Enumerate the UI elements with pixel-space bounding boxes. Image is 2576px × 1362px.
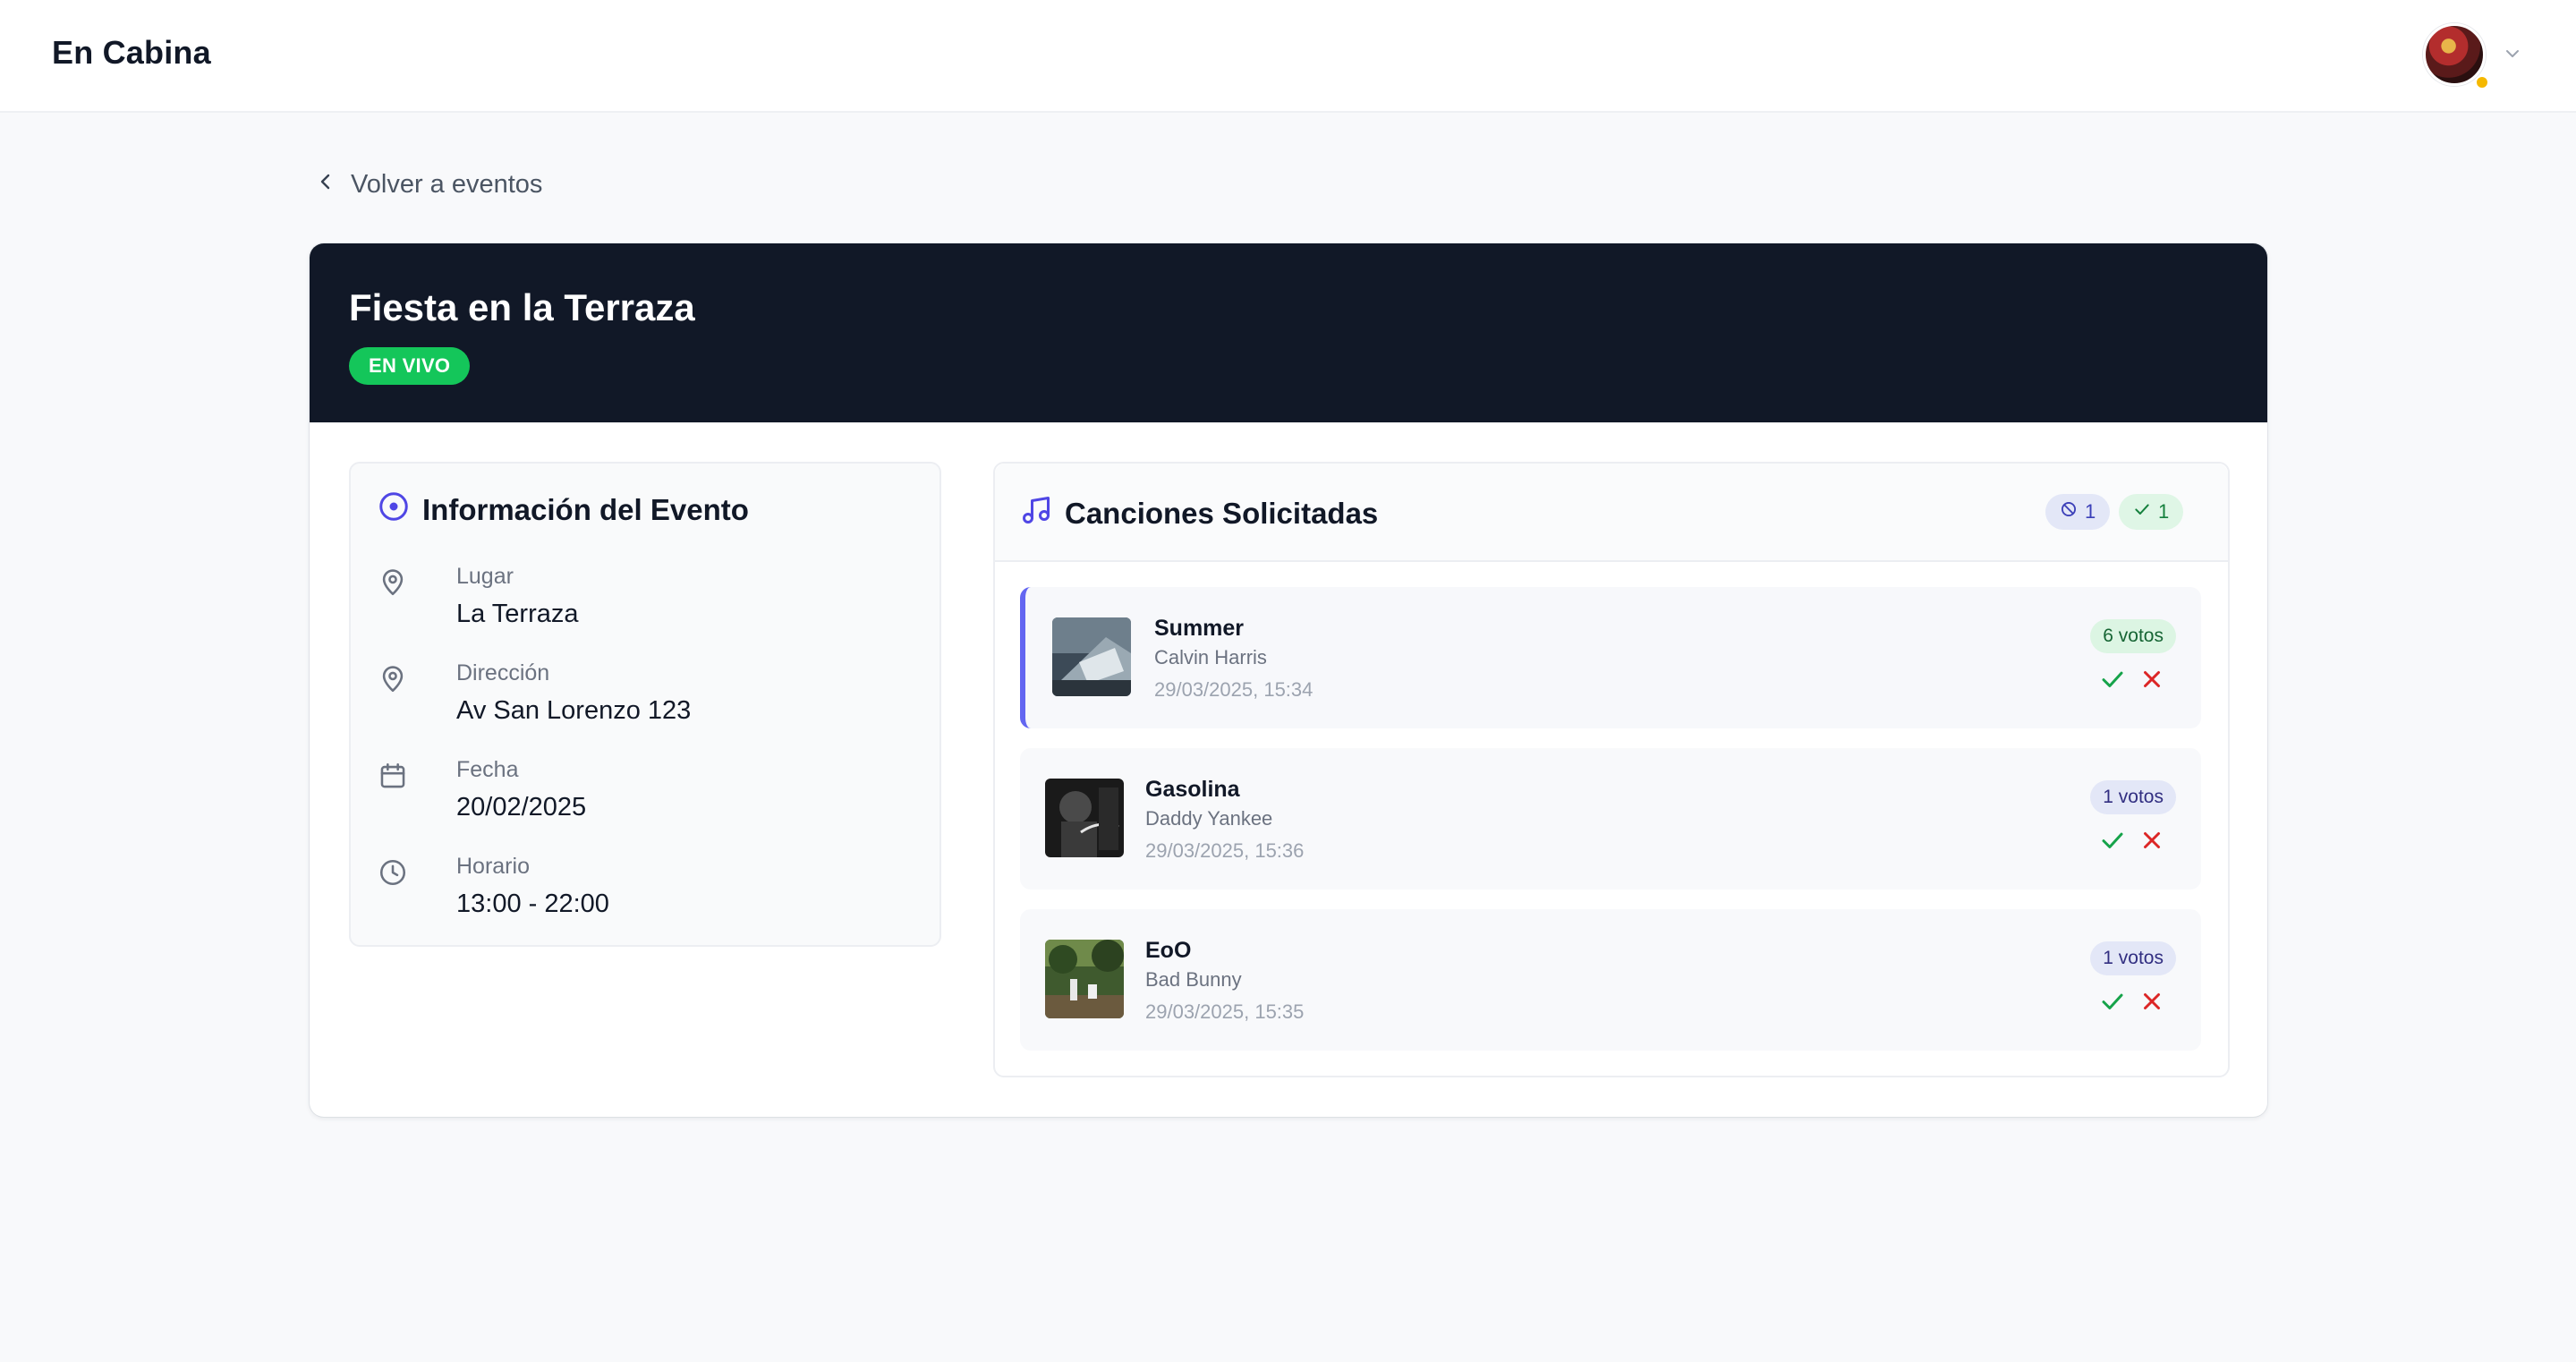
- info-value: 20/02/2025: [456, 793, 587, 821]
- info-label: Horario: [456, 854, 530, 879]
- top-bar: En Cabina: [0, 0, 2576, 113]
- check-icon: [2133, 500, 2151, 524]
- songs-title: Canciones Solicitadas: [1065, 497, 1379, 530]
- event-info-panel: Información del Evento Lugar La Terraza …: [349, 462, 941, 947]
- album-cover: [1052, 617, 1131, 696]
- song-title: Summer: [1154, 616, 1245, 641]
- live-status-badge: EN VIVO: [349, 347, 471, 385]
- song-title: EoO: [1145, 938, 1192, 963]
- map-pin-icon: [382, 569, 404, 596]
- approve-check-icon[interactable]: [2099, 988, 2126, 1015]
- album-cover: [1045, 940, 1124, 1018]
- reject-x-icon[interactable]: [2138, 988, 2165, 1015]
- song-date: 29/03/2025, 15:35: [1145, 1000, 1305, 1023]
- calendar-icon: [380, 762, 405, 788]
- song-item[interactable]: EoO Bad Bunny 29/03/2025, 15:35 1 votos: [1020, 909, 2201, 1051]
- song-title: Gasolina: [1145, 777, 1240, 802]
- clock-icon: [379, 859, 406, 886]
- map-pin-icon: [382, 666, 404, 693]
- app-brand[interactable]: En Cabina: [52, 34, 211, 72]
- chevron-down-icon[interactable]: [2502, 43, 2523, 64]
- approve-check-icon[interactable]: [2099, 827, 2126, 854]
- info-row-horario: Horario 13:00 - 22:00: [378, 854, 914, 934]
- song-item[interactable]: Gasolina Daddy Yankee 29/03/2025, 15:36 …: [1020, 748, 2201, 890]
- info-row-fecha: Fecha 20/02/2025: [378, 757, 914, 838]
- approved-count-badge[interactable]: 1: [2119, 494, 2184, 530]
- info-label: Dirección: [456, 660, 550, 685]
- rejected-count: 1: [2085, 500, 2096, 523]
- info-label: Fecha: [456, 757, 519, 782]
- reject-x-icon[interactable]: [2138, 827, 2165, 854]
- info-value: 13:00 - 22:00: [456, 890, 609, 918]
- votes-badge: 1 votos: [2090, 780, 2176, 814]
- ban-icon: [2060, 500, 2078, 524]
- event-info-title: Información del Evento: [422, 493, 749, 526]
- event-title: Fiesta en la Terraza: [349, 286, 695, 328]
- back-link-label: Volver a eventos: [351, 169, 543, 199]
- song-artist: Daddy Yankee: [1145, 807, 1273, 830]
- back-to-events-link[interactable]: Volver a eventos: [315, 166, 542, 202]
- song-date: 29/03/2025, 15:36: [1145, 839, 1305, 862]
- requested-songs-panel: Canciones Solicitadas 1 1 Summer Calvin: [993, 462, 2230, 1077]
- song-item[interactable]: Summer Calvin Harris 29/03/2025, 15:34 6…: [1020, 587, 2201, 728]
- song-artist: Bad Bunny: [1145, 968, 1242, 991]
- votes-badge: 6 votos: [2090, 619, 2176, 653]
- songs-heading: Canciones Solicitadas: [1020, 494, 1378, 533]
- status-dot: [2475, 75, 2489, 89]
- event-card: Fiesta en la Terraza EN VIVO Información…: [310, 243, 2267, 1117]
- songs-header: Canciones Solicitadas 1 1: [995, 464, 2228, 562]
- info-value: Av San Lorenzo 123: [456, 696, 692, 725]
- info-row-lugar: Lugar La Terraza: [378, 564, 914, 644]
- approve-check-icon[interactable]: [2099, 666, 2126, 693]
- approved-count: 1: [2158, 500, 2170, 523]
- votes-badge: 1 votos: [2090, 941, 2176, 975]
- event-info-heading: Información del Evento: [378, 490, 749, 530]
- info-value: La Terraza: [456, 600, 579, 628]
- song-date: 29/03/2025, 15:34: [1154, 678, 1314, 701]
- event-hero: Fiesta en la Terraza EN VIVO: [310, 243, 2267, 422]
- chevron-left-icon: [315, 170, 336, 200]
- reject-x-icon[interactable]: [2138, 666, 2165, 693]
- info-row-direccion: Dirección Av San Lorenzo 123: [378, 660, 914, 741]
- album-cover: [1045, 779, 1124, 857]
- music-note-icon: [1020, 494, 1052, 533]
- rejected-count-badge[interactable]: 1: [2045, 494, 2111, 530]
- info-label: Lugar: [456, 564, 514, 589]
- disc-icon: [378, 490, 410, 530]
- song-artist: Calvin Harris: [1154, 646, 1267, 668]
